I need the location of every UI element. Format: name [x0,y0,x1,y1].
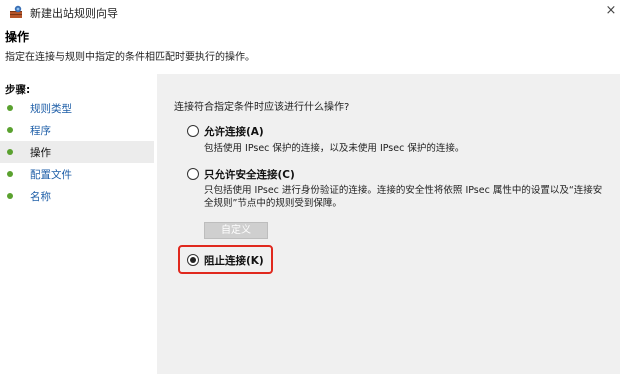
step-item-action[interactable]: 操作 [0,141,154,163]
step-item-program[interactable]: 程序 [0,119,154,141]
window-title: 新建出站规则向导 [30,7,118,20]
step-bullet-icon [7,149,13,155]
block-connection-label[interactable]: 阻止连接(K) [204,253,264,268]
block-connection-radio[interactable] [187,254,199,266]
step-bullet-icon [7,105,13,111]
step-label: 程序 [30,125,51,137]
steps-panel: 步骤: 规则类型 程序 操作 配置文件 名称 [0,74,157,374]
allow-connection-label[interactable]: 允许连接(A) [204,124,264,139]
step-label: 配置文件 [30,169,72,181]
page-subtitle: 指定在连接与规则中指定的条件相匹配时要执行的操作。 [5,52,255,63]
step-label: 名称 [30,191,51,203]
step-bullet-icon [7,193,13,199]
content-panel: 连接符合指定条件时应该进行什么操作? 允许连接(A) 包括使用 IPsec 保护… [157,74,620,374]
customize-button[interactable]: 自定义 [204,222,268,239]
step-item-rule-type[interactable]: 规则类型 [0,97,154,119]
page-title: 操作 [5,30,30,44]
action-question: 连接符合指定条件时应该进行什么操作? [174,102,350,113]
step-label: 规则类型 [30,103,72,115]
firewall-icon [10,5,22,18]
allow-secure-label[interactable]: 只允许安全连接(C) [204,167,295,182]
allow-secure-radio[interactable] [187,168,199,180]
allow-connection-description: 包括使用 IPsec 保护的连接，以及未使用 IPsec 保护的连接。 [204,143,465,154]
steps-header: 步骤: [5,84,31,96]
step-item-profile[interactable]: 配置文件 [0,163,154,185]
step-bullet-icon [7,171,13,177]
step-item-name[interactable]: 名称 [0,185,154,207]
title-bar: 新建出站规则向导 × [0,0,620,26]
step-bullet-icon [7,127,13,133]
close-button[interactable]: × [604,2,618,20]
step-label: 操作 [30,147,51,159]
allow-secure-description: 只包括使用 IPsec 进行身份验证的连接。连接的安全性将依照 IPsec 属性… [204,185,603,209]
allow-connection-radio[interactable] [187,125,199,137]
